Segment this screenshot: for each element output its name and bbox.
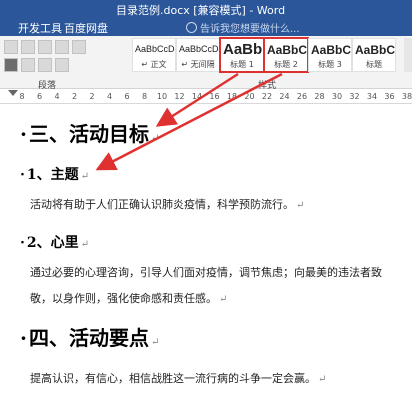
heading-text: 四、活动要点	[28, 326, 149, 350]
shading-button[interactable]	[4, 58, 18, 72]
window-title: 目录范例.docx [兼容模式] - Word	[116, 4, 286, 17]
style-preview: AaBb	[223, 41, 263, 58]
paragraph-mark: ↵	[219, 294, 228, 305]
paragraph-group	[4, 40, 86, 76]
title-bar: 目录范例.docx [兼容模式] - Word	[0, 0, 412, 18]
paragraph-mark: ↵	[296, 200, 305, 211]
subheading-2-line[interactable]: · 2、心里 ↵	[20, 232, 89, 252]
styles-gallery: AaBbCcDd ↵ 正文 AaBbCcDd ↵ 无间隔 AaBb 标题 1 A…	[132, 37, 402, 73]
sort-button[interactable]	[38, 58, 52, 72]
gallery-scroll[interactable]	[404, 38, 412, 72]
style-preview: AaBbC	[267, 43, 308, 57]
heading-4-line[interactable]: · 四、活动要点 ↵	[20, 322, 159, 351]
subheading-text: 2、心里	[26, 235, 79, 251]
window-controls[interactable]	[382, 0, 412, 18]
style-preview: AaBbC	[311, 43, 352, 57]
ruler-tick: 8	[19, 92, 25, 101]
ruler-tick: 16	[209, 92, 220, 101]
ruler-tick: 14	[191, 92, 203, 101]
ruler-tick: 4	[54, 92, 60, 101]
subheading-text: 1、主题	[26, 167, 79, 183]
tab-baidu-netdisk[interactable]: 百度网盘	[64, 20, 108, 36]
subheading-1-line[interactable]: · 1、主题 ↵	[20, 164, 89, 184]
ruler-tick: 2	[71, 92, 78, 101]
ruler-tick: 2	[89, 92, 95, 101]
style-name: 标题 3	[318, 60, 342, 69]
ruler-tick: 36	[384, 92, 395, 101]
list-bullet: ·	[20, 122, 27, 146]
paragraph-mark: ↵	[150, 337, 160, 348]
style-heading-3[interactable]: AaBbC 标题 3	[308, 38, 352, 72]
body-paragraph[interactable]: 通过必要的心理咨询，引导人们面对疫情，调节焦虑；向最美的违法者致敬，以身作则，强…	[30, 260, 400, 313]
lightbulb-icon	[186, 22, 197, 33]
style-preview: AaBbC	[355, 43, 396, 57]
style-no-spacing[interactable]: AaBbCcDd ↵ 无间隔	[176, 38, 220, 72]
align-left-button[interactable]	[4, 40, 18, 54]
ruler-tick: 12	[174, 92, 185, 101]
style-name: ↵ 无间隔	[181, 60, 215, 69]
style-name: 标题	[366, 60, 382, 69]
list-bullet: ·	[20, 326, 27, 350]
ruler-tick: 24	[279, 92, 290, 101]
tab-developer[interactable]: 开发工具	[18, 20, 62, 36]
align-right-button[interactable]	[38, 40, 52, 54]
ruler-tick: 32	[349, 92, 360, 101]
ruler-tick: 28	[314, 92, 325, 101]
ruler-tick: 20	[244, 92, 255, 101]
style-title[interactable]: AaBbC 标题	[352, 38, 396, 72]
style-name: ↵ 正文	[141, 60, 167, 69]
justify-button[interactable]	[55, 40, 69, 54]
show-marks-button[interactable]	[55, 58, 69, 72]
paragraph-mark: ↵	[150, 133, 160, 144]
paragraph-mark: ↵	[318, 374, 327, 385]
style-heading-2[interactable]: AaBbC 标题 2	[263, 37, 309, 73]
ruler-tick: 34	[366, 92, 378, 101]
align-center-button[interactable]	[21, 40, 35, 54]
paragraph-mark: ↵	[80, 171, 90, 182]
line-spacing-button[interactable]	[72, 40, 86, 54]
indent-marker[interactable]	[8, 90, 18, 96]
ruler-tick: 38	[401, 92, 412, 101]
heading-3-line[interactable]: · 三、活动目标 ↵	[20, 118, 159, 147]
paragraph-text: 通过必要的心理咨询，引导人们面对疫情，调节焦虑；向最美的违法者致敬，以身作则，强…	[30, 266, 382, 305]
body-paragraph[interactable]: 活动将有助于人们正确认识肺炎疫情，科学预防流行。 ↵	[30, 192, 400, 219]
list-bullet: ·	[20, 167, 25, 183]
ruler-tick: 6	[124, 92, 130, 101]
heading-text: 三、活动目标	[28, 122, 149, 146]
style-name: 标题 2	[274, 60, 298, 69]
list-bullet: ·	[20, 235, 25, 251]
paragraph-mark: ↵	[80, 239, 90, 250]
style-name: 标题 1	[230, 60, 254, 69]
body-paragraph[interactable]: 提高认识，有信心，相信战胜这一流行病的斗争一定会赢。 ↵	[30, 366, 400, 393]
ruler-tick: 26	[296, 92, 308, 101]
document-page[interactable]: · 三、活动目标 ↵ · 1、主题 ↵ 活动将有助于人们正确认识肺炎疫情，科学预防流行。…	[0, 104, 412, 402]
ruler-tick: 30	[331, 92, 343, 101]
ruler[interactable]: 8 6 4 2 2 4 6 8 10 12 14 16 18 20 22 24 26 28 30 32 34 36 38	[0, 89, 412, 104]
borders-button[interactable]	[21, 58, 35, 72]
style-normal[interactable]: AaBbCcDd ↵ 正文	[132, 38, 176, 72]
ruler-tick: 4	[106, 92, 113, 101]
ribbon-tabs: 开发工具 百度网盘 告诉我您想要做什么...	[0, 18, 412, 36]
style-heading-1[interactable]: AaBb 标题 1	[219, 37, 265, 73]
tell-me-placeholder: 告诉我您想要做什么...	[200, 24, 300, 35]
style-preview: AaBbCcDd	[179, 44, 220, 54]
ruler-tick: 22	[261, 92, 273, 101]
ruler-tick: 10	[156, 92, 168, 101]
ruler-tick: 18	[226, 92, 238, 101]
paragraph-text: 活动将有助于人们正确认识肺炎疫情，科学预防流行。	[30, 198, 294, 211]
ruler-tick: 6	[36, 92, 43, 101]
paragraph-text: 提高认识，有信心，相信战胜这一流行病的斗争一定会赢。	[30, 372, 316, 385]
tell-me-box[interactable]: 告诉我您想要做什么...	[186, 20, 300, 35]
ruler-tick: 8	[141, 92, 148, 101]
style-preview: AaBbCcDd	[135, 44, 176, 54]
